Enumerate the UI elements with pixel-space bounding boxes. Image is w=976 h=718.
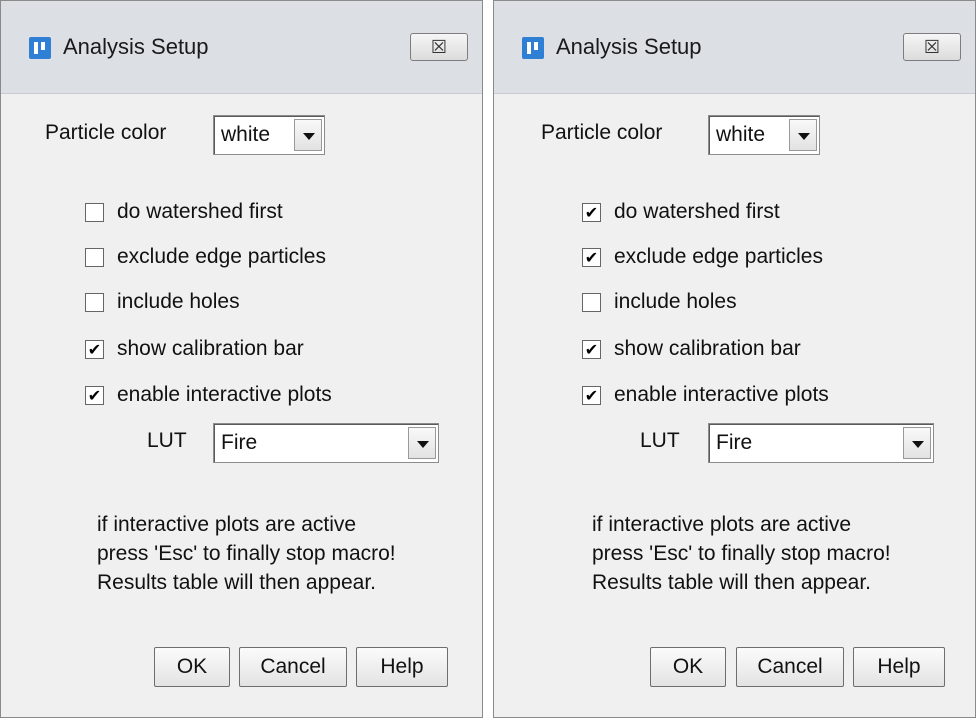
info-line: Results table will then appear. [592, 571, 871, 594]
help-button[interactable]: Help [853, 647, 945, 687]
checkbox-box[interactable] [85, 293, 104, 312]
particle-color-value: white [221, 123, 271, 146]
title-bar[interactable]: Analysis Setup ☒ [494, 1, 975, 94]
checkbox-label: enable interactive plots [117, 383, 332, 406]
checkbox-box[interactable]: ✔ [85, 386, 104, 405]
particle-color-label: Particle color [45, 121, 167, 144]
info-line: Results table will then appear. [97, 571, 376, 594]
info-line: press 'Esc' to finally stop macro! [97, 542, 396, 565]
checkbox-label: do watershed first [614, 200, 780, 223]
dialog-title: Analysis Setup [556, 34, 702, 59]
particle-color-select[interactable]: white [213, 115, 325, 155]
info-line: if interactive plots are active [592, 513, 852, 536]
checkbox-label: include holes [614, 290, 737, 313]
cancel-button[interactable]: Cancel [239, 647, 347, 687]
close-icon: ☒ [923, 37, 941, 57]
analysis-setup-dialog-right: Analysis Setup ☒ Particle color white ✔ … [493, 0, 976, 718]
checkbox-box[interactable] [85, 203, 104, 222]
lut-label: LUT [640, 429, 680, 452]
cancel-button[interactable]: Cancel [736, 647, 844, 687]
help-button[interactable]: Help [356, 647, 448, 687]
info-line: if interactive plots are active [97, 513, 357, 536]
checkbox-box[interactable]: ✔ [85, 340, 104, 359]
chevron-down-icon[interactable] [408, 427, 436, 459]
particle-color-value: white [716, 123, 766, 146]
checkbox-box[interactable]: ✔ [582, 248, 601, 267]
ok-button[interactable]: OK [154, 647, 230, 687]
info-text: if interactive plots are active press 'E… [592, 510, 891, 597]
app-icon [29, 37, 51, 59]
checkbox-label: include holes [117, 290, 240, 313]
checkbox-label: exclude edge particles [117, 245, 326, 268]
checkbox-label: enable interactive plots [614, 383, 829, 406]
ok-button[interactable]: OK [650, 647, 726, 687]
close-button[interactable]: ☒ [410, 33, 468, 61]
particle-color-select[interactable]: white [708, 115, 820, 155]
checkbox-label: show calibration bar [614, 337, 801, 360]
checkbox-box[interactable]: ✔ [582, 386, 601, 405]
close-button[interactable]: ☒ [903, 33, 961, 61]
checkbox-box[interactable]: ✔ [582, 340, 601, 359]
chevron-down-icon[interactable] [789, 119, 817, 151]
info-line: press 'Esc' to finally stop macro! [592, 542, 891, 565]
lut-label: LUT [147, 429, 187, 452]
lut-value: Fire [716, 431, 753, 454]
checkbox-label: show calibration bar [117, 337, 304, 360]
lut-value: Fire [221, 431, 258, 454]
app-icon [522, 37, 544, 59]
title-bar[interactable]: Analysis Setup ☒ [1, 1, 482, 94]
close-icon: ☒ [430, 37, 448, 57]
lut-select[interactable]: Fire [213, 423, 439, 463]
separator [483, 0, 493, 718]
checkbox-label: exclude edge particles [614, 245, 823, 268]
checkbox-box[interactable] [582, 293, 601, 312]
dialog-title: Analysis Setup [63, 34, 209, 59]
checkbox-label: do watershed first [117, 200, 283, 223]
particle-color-label: Particle color [541, 121, 663, 144]
checkbox-box[interactable] [85, 248, 104, 267]
lut-select[interactable]: Fire [708, 423, 934, 463]
checkbox-box[interactable]: ✔ [582, 203, 601, 222]
info-text: if interactive plots are active press 'E… [97, 510, 396, 597]
chevron-down-icon[interactable] [294, 119, 322, 151]
chevron-down-icon[interactable] [903, 427, 931, 459]
analysis-setup-dialog-left: Analysis Setup ☒ Particle color white do… [0, 0, 483, 718]
